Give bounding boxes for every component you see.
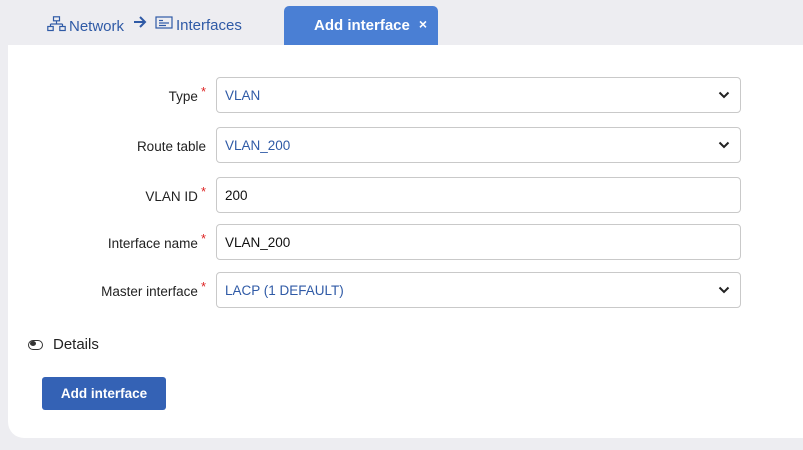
route-table-row: Route table VLAN_200 xyxy=(8,127,803,165)
breadcrumb-interfaces-label[interactable]: Interfaces xyxy=(176,17,242,34)
vlan-id-label-text: VLAN ID xyxy=(145,188,198,204)
chevron-down-icon[interactable] xyxy=(718,285,730,295)
chevron-down-icon[interactable] xyxy=(718,90,730,100)
tab-add-interface-label[interactable]: Add interface xyxy=(314,17,410,34)
top-bar: Network Interfaces Add interface × xyxy=(0,0,803,45)
breadcrumb-network-label[interactable]: Network xyxy=(69,18,124,35)
master-interface-select[interactable]: LACP (1 DEFAULT) xyxy=(216,272,741,308)
close-icon[interactable]: × xyxy=(419,16,427,32)
tab-add-interface[interactable]: Add interface × xyxy=(284,6,438,45)
type-label: Type * xyxy=(169,77,206,115)
route-table-select-value: VLAN_200 xyxy=(225,137,291,153)
route-table-label-text: Route table xyxy=(136,138,206,154)
vlan-id-row: VLAN ID * 200 xyxy=(8,177,803,215)
chevron-down-icon[interactable] xyxy=(718,140,730,150)
arrow-right-icon xyxy=(133,15,147,29)
master-interface-label: Master interface * xyxy=(101,272,206,310)
type-select[interactable]: VLAN xyxy=(216,77,741,113)
interface-name-input[interactable]: VLAN_200 xyxy=(216,224,741,260)
required-marker: * xyxy=(200,83,206,99)
interface-name-row: Interface name * VLAN_200 xyxy=(8,224,803,262)
vlan-id-label: VLAN ID * xyxy=(145,177,206,215)
type-select-value: VLAN xyxy=(225,87,261,103)
breadcrumb-interfaces[interactable]: Interfaces xyxy=(155,16,242,34)
interface-name-input-value: VLAN_200 xyxy=(225,234,291,250)
add-interface-button[interactable]: Add interface xyxy=(42,377,166,410)
master-interface-row: Master interface * LACP (1 DEFAULT) xyxy=(8,272,803,310)
required-marker: * xyxy=(200,183,206,199)
details-toggle[interactable]: Details xyxy=(28,336,99,353)
vlan-id-input[interactable]: 200 xyxy=(216,177,741,213)
interfaces-icon xyxy=(155,16,173,34)
required-marker: * xyxy=(200,278,206,294)
type-label-text: Type xyxy=(168,88,198,104)
interface-name-label: Interface name * xyxy=(108,224,206,262)
master-interface-label-text: Master interface xyxy=(101,283,198,299)
route-table-select[interactable]: VLAN_200 xyxy=(216,127,741,163)
details-label[interactable]: Details xyxy=(53,336,99,353)
form-panel: Type * VLAN Route table VLAN_200 VLAN ID… xyxy=(8,45,803,438)
vlan-id-input-value: 200 xyxy=(225,187,248,203)
network-icon xyxy=(47,16,66,36)
breadcrumb-network[interactable]: Network xyxy=(47,16,124,36)
interface-name-label-text: Interface name xyxy=(107,235,198,251)
toggle-icon[interactable] xyxy=(28,339,43,350)
master-interface-select-value: LACP (1 DEFAULT) xyxy=(225,282,344,298)
type-row: Type * VLAN xyxy=(8,77,803,115)
route-table-label: Route table xyxy=(137,127,206,165)
required-marker: * xyxy=(200,230,206,246)
